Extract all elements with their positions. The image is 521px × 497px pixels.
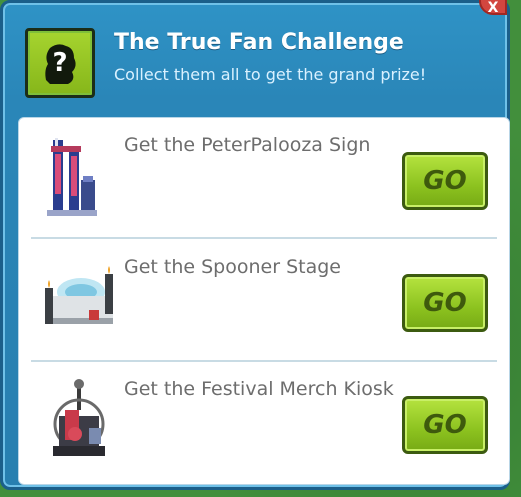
item-label: Get the Spooner Stage xyxy=(124,256,341,278)
go-button[interactable]: GO xyxy=(402,152,488,210)
mystery-character-icon: ? xyxy=(25,28,95,98)
list-item: Get the Spooner Stage GO xyxy=(19,240,509,362)
dialog-title: The True Fan Challenge xyxy=(114,30,404,55)
svg-text:?: ? xyxy=(52,48,67,78)
festival-merch-kiosk-icon xyxy=(39,376,119,466)
dialog-subtitle: Collect them all to get the grand prize! xyxy=(114,65,427,84)
item-label: Get the PeterPalooza Sign xyxy=(124,134,371,156)
close-button[interactable]: X xyxy=(479,0,507,16)
item-label: Get the Festival Merch Kiosk xyxy=(124,378,394,400)
spooner-stage-icon xyxy=(39,254,119,344)
list-item: Get the Festival Merch Kiosk GO xyxy=(19,362,509,484)
divider xyxy=(31,237,497,239)
list-item: Get the PeterPalooza Sign GO xyxy=(19,118,509,240)
go-button[interactable]: GO xyxy=(402,396,488,454)
go-button[interactable]: GO xyxy=(402,274,488,332)
challenge-list: Get the PeterPalooza Sign GO Get the Spo xyxy=(18,117,510,485)
challenge-dialog: X ? The True Fan Challenge Collect them … xyxy=(0,0,510,490)
peterpalooza-sign-icon xyxy=(39,132,119,222)
